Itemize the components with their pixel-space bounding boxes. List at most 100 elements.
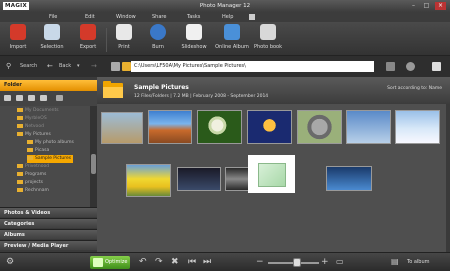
navigation-bar: ⚲ Search ← Back ▾ → C:\Users\LF50A\My Pi… [0,56,450,77]
section-categories[interactable]: Categories [0,218,97,228]
forward-arrow-icon[interactable]: → [91,62,97,70]
slideshow-button[interactable]: Slideshow [176,24,212,56]
optimize-label: Optimize [105,259,128,265]
folder-title: Sample Pictures [134,84,189,91]
next-icon[interactable]: ⏭ [203,257,211,267]
tree-item[interactable]: Picasa [27,147,49,155]
previous-icon[interactable]: ⏮ [188,257,196,267]
redo-icon[interactable]: ↷ [155,257,163,267]
tree-item-label: Rechnnam [25,188,49,193]
photo-thumbnail[interactable] [247,110,292,144]
import-icon [10,24,26,40]
search-button[interactable]: Search [20,62,37,71]
print-button[interactable]: Print [106,24,142,56]
photo-thumbnail-selected[interactable] [248,155,295,193]
close-button[interactable]: × [435,2,446,10]
back-dropdown-icon[interactable]: ▾ [77,62,80,71]
tree-item-selected[interactable]: Sample Pictures [27,155,74,163]
folder-meta: 12 Files/Folders | 7.2 MB | February 200… [134,94,269,99]
tree-scroll-thumb[interactable] [91,154,96,174]
folder-icon [17,107,23,112]
folder-cut-icon[interactable] [16,95,23,101]
photo-thumbnail[interactable] [148,110,192,144]
fit-view-icon[interactable]: ▭ [336,257,344,267]
photo-book-button[interactable]: Photo book [248,24,288,56]
folder-icon [27,139,33,144]
help-balloon-icon[interactable] [249,14,255,20]
photo-thumbnail[interactable] [126,164,171,197]
folder-up-icon[interactable] [122,62,131,71]
main-toolbar: Import Selection Export Print Burn Slide… [0,22,450,56]
new-folder-icon[interactable] [4,95,11,101]
to-album-button[interactable]: To album [407,259,430,265]
tree-item[interactable]: Rechnnam [17,187,49,195]
folder-icon [17,179,23,184]
main-scrollbar[interactable] [446,104,450,252]
delete-icon[interactable]: ✖ [171,257,179,267]
menu-edit[interactable]: Edit [85,13,95,21]
print-label: Print [118,44,130,50]
computer-icon[interactable] [111,62,120,71]
photo-thumbnail[interactable] [101,112,143,144]
section-photos-videos[interactable]: Photos & Videos [0,207,97,217]
folder-info-bar: Sample Pictures 12 Files/Folders | 7.2 M… [97,77,450,104]
tree-item-label: My photo albums [35,140,74,145]
folder-tree: My Documents MyrbleOS Netvood My Picture… [0,106,97,209]
menu-file[interactable]: File [49,13,57,21]
tree-item[interactable]: Netvood [17,123,44,131]
album-icon[interactable]: ▤ [391,257,399,267]
view-toggle-icon[interactable] [386,62,395,71]
menu-help[interactable]: Help [222,13,233,21]
export-button[interactable]: Export [70,24,106,56]
tree-item[interactable]: Programs [17,171,46,179]
tree-item-label: Picasa [35,148,50,153]
photo-thumbnail[interactable] [326,166,372,191]
title-bar: MAGIX Photo Manager 12 – □ × [0,0,450,12]
menu-bar: File Edit Window Share Tasks Help [0,12,450,22]
photo-thumbnail[interactable] [395,110,440,144]
tree-item[interactable]: MyrbleOS [17,115,47,123]
photo-thumbnail[interactable] [177,167,221,191]
burn-icon [150,24,166,40]
section-preview-media-player[interactable]: Preview / Media Player [0,240,97,250]
maximize-button[interactable]: □ [421,2,432,10]
optimize-icon [93,258,103,267]
tree-item[interactable]: projects [17,179,43,187]
folder-menu-icon[interactable] [56,95,63,101]
fullscreen-icon[interactable] [432,62,441,71]
tree-item[interactable]: My Pictures [17,131,51,139]
burn-button[interactable]: Burn [140,24,176,56]
optimize-button[interactable]: Optimize [90,256,130,269]
back-arrow-icon[interactable]: ← [47,62,53,70]
tree-item-label: MyrbleOS [25,116,47,121]
import-button[interactable]: Import [0,24,36,56]
zoom-slider-thumb[interactable] [293,258,301,267]
menu-tasks[interactable]: Tasks [187,13,200,21]
zoom-in-icon[interactable]: + [321,257,329,267]
selection-button[interactable]: Selection [34,24,70,56]
online-album-button[interactable]: Online Album [212,24,252,56]
zoom-out-icon[interactable]: − [256,257,264,267]
folder-paste-icon[interactable] [28,95,35,101]
tree-item[interactable]: My Documents [17,107,59,115]
settings-icon[interactable]: ⚙ [6,257,14,267]
tree-item[interactable]: Privetnood [17,163,49,171]
rotate-icon[interactable] [406,62,415,71]
minimize-button[interactable]: – [408,2,419,10]
photo-thumbnail[interactable] [346,110,391,144]
search-icon[interactable]: ⚲ [6,62,11,70]
online-album-label: Online Album [215,44,249,50]
section-albums[interactable]: Albums [0,229,97,239]
undo-icon[interactable]: ↶ [139,257,147,267]
path-field[interactable]: C:\Users\LF50A\My Pictures\Sample Pictur… [131,61,374,72]
photo-thumbnail[interactable] [197,110,242,144]
sort-label[interactable]: Sort according to: Name [387,86,442,91]
photo-thumbnail[interactable] [297,110,342,144]
tree-item[interactable]: My photo albums [27,139,74,147]
back-button[interactable]: Back [59,62,71,71]
menu-share[interactable]: Share [152,13,166,21]
tree-scrollbar[interactable] [90,106,97,209]
folder-tab[interactable]: Folder [0,80,97,91]
folder-options-icon[interactable] [40,95,47,101]
menu-window[interactable]: Window [116,13,136,21]
